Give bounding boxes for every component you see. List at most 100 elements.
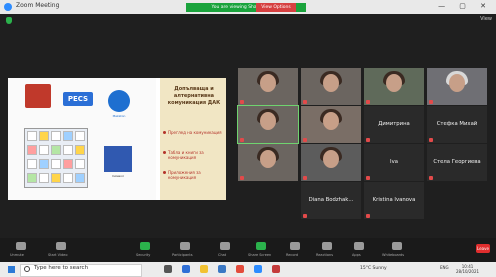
toolbar-label[interactable]: Record — [286, 253, 298, 257]
participant-face — [449, 74, 465, 92]
search-placeholder[interactable]: Type here to search — [34, 265, 88, 271]
security-icon[interactable] — [140, 242, 150, 250]
toolbar-label[interactable]: Security — [136, 253, 150, 257]
participant-face — [260, 74, 276, 92]
participant-tile[interactable]: Diana Bodzhak... — [301, 182, 361, 219]
participant-name: Стела Георгиева — [433, 159, 481, 165]
taskbar-clock[interactable]: 10:41 28/10/2021 — [456, 264, 479, 274]
participant-tile[interactable] — [364, 68, 424, 105]
makaton-label: Makaton — [112, 114, 126, 118]
bullet-dot-icon — [163, 151, 166, 154]
participant-tile[interactable] — [238, 144, 298, 181]
leave-button[interactable]: Leave — [476, 244, 490, 253]
mic-muted-icon — [429, 100, 433, 104]
participant-tile[interactable]: Kristina Ivanova — [364, 182, 424, 219]
task-view-icon[interactable] — [164, 265, 172, 273]
slide-bullet-text: Приложения за комуникация — [168, 170, 201, 180]
toolbar-label[interactable]: Participants — [172, 253, 193, 257]
slide-bullet: Табла и книги за комуникация — [163, 150, 222, 160]
toolbar-label[interactable]: Reactions — [316, 253, 333, 257]
language-indicator[interactable]: ENG — [440, 265, 449, 270]
mic-icon[interactable] — [16, 242, 26, 250]
powerpoint-icon[interactable] — [272, 265, 280, 273]
video-camera-icon[interactable] — [56, 242, 66, 250]
mic-muted-icon — [240, 138, 244, 142]
participant-face — [323, 74, 339, 92]
file-explorer-icon[interactable] — [200, 265, 208, 273]
participants-icon[interactable] — [180, 242, 190, 250]
grid-cell — [27, 145, 37, 155]
store-icon[interactable] — [218, 265, 226, 273]
toolbar-label[interactable]: Chat — [218, 253, 226, 257]
zoom-logo-icon — [4, 3, 12, 11]
mic-muted-icon — [366, 176, 370, 180]
reactions-icon[interactable] — [322, 242, 332, 250]
toolbar-label[interactable]: Whiteboards — [382, 253, 404, 257]
grid-cell — [63, 159, 73, 169]
grid-cell — [51, 145, 61, 155]
mic-muted-icon — [303, 214, 307, 218]
slide-bullet: Преглед на комуникация — [163, 130, 222, 135]
mic-muted-icon — [303, 138, 307, 142]
chrome-icon[interactable] — [236, 265, 244, 273]
grid-cell — [51, 131, 61, 141]
participant-tile[interactable] — [301, 144, 361, 181]
security-shield-icon[interactable] — [6, 17, 12, 24]
symbol-card-label: Символ — [112, 174, 124, 178]
apps-icon[interactable] — [354, 242, 364, 250]
participant-tile[interactable] — [427, 68, 487, 105]
chat-icon[interactable] — [220, 242, 230, 250]
windows-taskbar: Type here to search 15°C Sunny ENG 10:41… — [0, 262, 496, 277]
toolbar-label[interactable]: Unmute — [10, 253, 24, 257]
communication-board-image — [25, 84, 51, 108]
slide-bullet-text: Табла и книги за комуникация — [168, 150, 204, 160]
grid-cell — [27, 131, 37, 141]
weather-widget[interactable]: 15°C Sunny — [360, 266, 387, 271]
slide-images-panel: PECS Makaton Символ — [8, 78, 156, 200]
bullet-dot-icon — [163, 171, 166, 174]
toolbar-label[interactable]: Start Video — [48, 253, 67, 257]
toolbar-label[interactable]: Share Screen — [248, 253, 271, 257]
slide-bullet-text: Преглед на комуникация — [168, 130, 222, 135]
edge-icon[interactable] — [182, 265, 190, 273]
participant-tile[interactable] — [238, 68, 298, 105]
grid-cell — [39, 173, 49, 183]
view-button[interactable]: View — [480, 16, 492, 22]
window-controls[interactable]: — ▢ ✕ — [438, 2, 492, 10]
slide-text-panel: Допълваща и алтернативна комуникация ДАК… — [160, 78, 226, 200]
participant-tile[interactable]: Стела Георгиева — [427, 144, 487, 181]
bullet-dot-icon — [163, 131, 166, 134]
record-icon[interactable] — [290, 242, 300, 250]
participant-name: Стефка Михай — [436, 121, 478, 127]
mic-muted-icon — [240, 176, 244, 180]
toolbar-label[interactable]: Apps — [352, 253, 361, 257]
grid-cell — [39, 159, 49, 169]
symbol-card-image — [104, 146, 132, 172]
mic-muted-icon — [303, 100, 307, 104]
participant-tile[interactable] — [301, 106, 361, 143]
participant-name: Kristina Ivanova — [372, 197, 416, 203]
zoom-taskbar-icon[interactable] — [254, 265, 262, 273]
clock-date: 28/10/2021 — [456, 269, 480, 274]
share-screen-icon[interactable] — [256, 242, 266, 250]
grid-cell — [51, 173, 61, 183]
grid-cell — [27, 159, 37, 169]
windows-start-icon[interactable] — [8, 266, 15, 273]
participant-tile[interactable]: Iva — [364, 144, 424, 181]
shared-slide: PECS Makaton Символ Допълваща и алтернат… — [8, 78, 226, 200]
grid-cell — [75, 159, 85, 169]
view-options-button[interactable]: View Options — [256, 3, 296, 12]
whiteboard-icon[interactable] — [392, 242, 402, 250]
grid-cell — [39, 131, 49, 141]
participant-tile-active[interactable] — [237, 105, 299, 144]
mic-muted-icon — [240, 100, 244, 104]
grid-cell — [75, 131, 85, 141]
participant-face — [260, 112, 276, 130]
zoom-window: Zoom Meeting You are viewing Shared scre… — [0, 0, 496, 277]
symbol-grid-image — [24, 128, 88, 188]
participant-tile[interactable]: Димитрина — [364, 106, 424, 143]
participant-name: Димитрина — [378, 121, 410, 127]
title-bar: Zoom Meeting You are viewing Shared scre… — [0, 0, 496, 14]
participant-tile[interactable]: Стефка Михай — [427, 106, 487, 143]
participant-tile[interactable] — [301, 68, 361, 105]
